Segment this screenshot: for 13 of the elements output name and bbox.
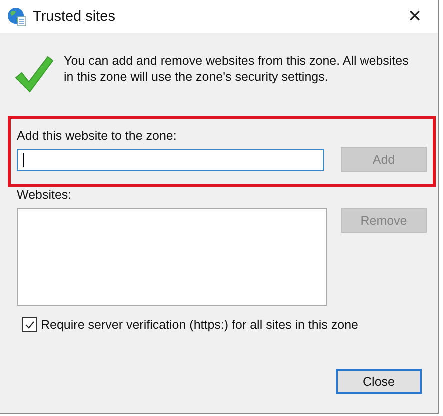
add-label: Add this website to the zone: (17, 129, 178, 144)
checkmark-icon (14, 54, 54, 94)
checkbox[interactable] (22, 317, 37, 332)
text-caret (23, 152, 24, 166)
websites-list[interactable] (17, 208, 327, 306)
checkbox-label[interactable]: Require server verification (https:) for all sites in this zone (41, 318, 358, 332)
info-text: You can add and remove websites from this zone. All websites in this zone will use the zone's security settings. (64, 53, 410, 85)
globe-icon (7, 6, 27, 26)
websites-label: Websites: (17, 188, 73, 203)
close-button[interactable]: ✕ (392, 0, 438, 33)
window-title: Trusted sites (33, 8, 116, 24)
close-dialog-button[interactable]: Close (336, 369, 422, 394)
website-input-field[interactable] (17, 148, 324, 170)
